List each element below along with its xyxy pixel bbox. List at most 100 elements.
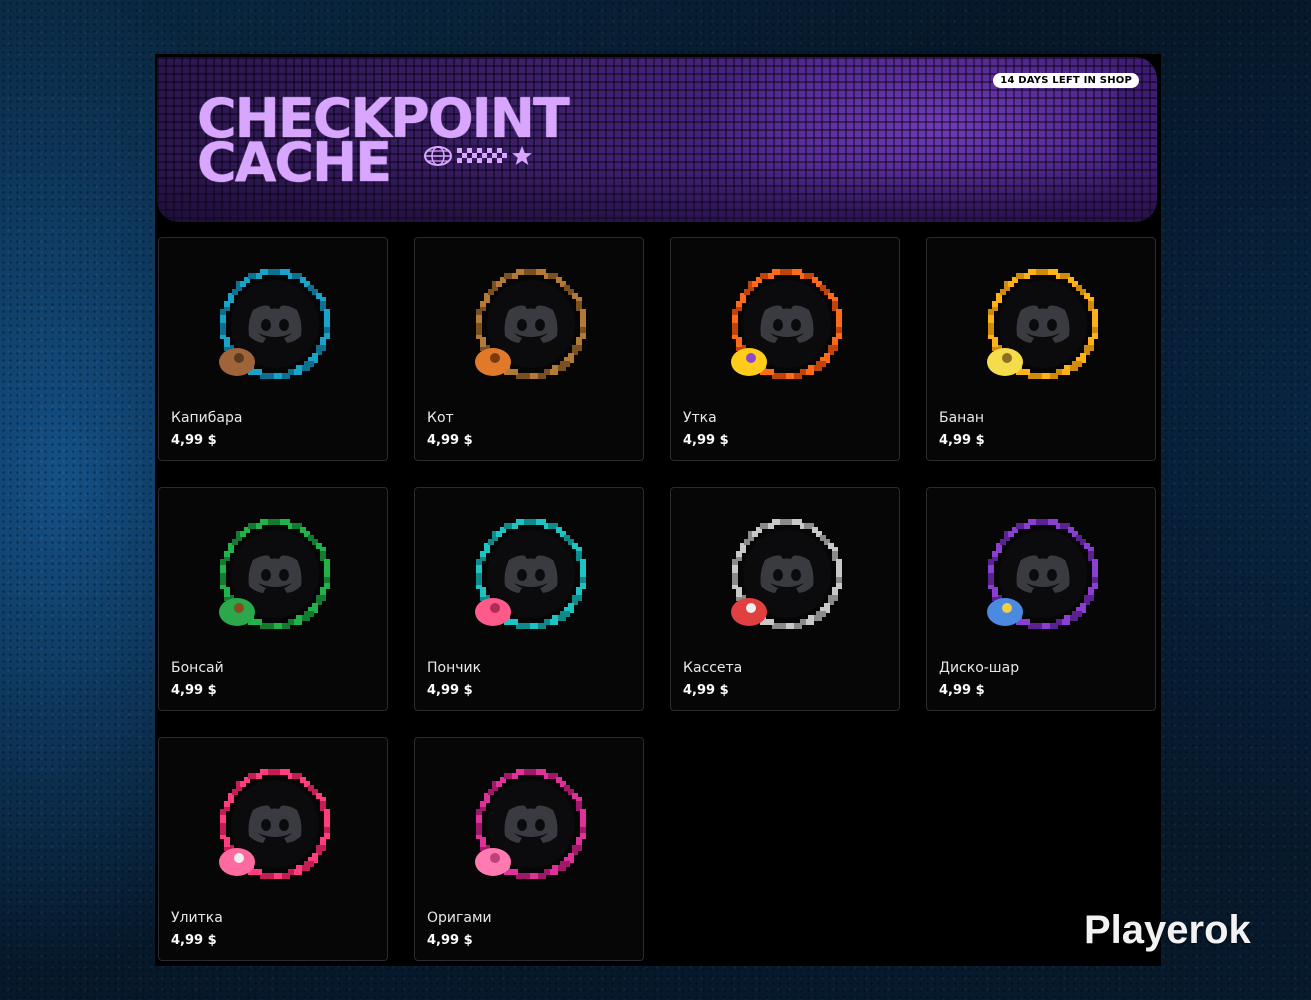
item-price: 4,99 $ (427, 683, 473, 698)
ring-pixel (324, 821, 330, 827)
item-name: Кассета (683, 660, 743, 676)
decoration-detail (746, 353, 756, 363)
ring-pixel (1092, 321, 1098, 327)
origami-crane-icon (475, 848, 511, 876)
item-price: 4,99 $ (939, 683, 985, 698)
duck-icon (731, 348, 767, 376)
title-decor (423, 145, 533, 167)
discord-logo-eye (1029, 319, 1039, 331)
discord-logo-eye (517, 319, 527, 331)
item-name: Пончик (427, 660, 482, 676)
decoration-detail (490, 853, 500, 863)
discord-logo-eye (535, 319, 545, 331)
decoration-ring (475, 519, 586, 629)
item-price: 4,99 $ (683, 683, 729, 698)
discord-logo-eye (791, 569, 801, 581)
item-name: Улитка (171, 910, 223, 926)
discord-logo-eye (261, 319, 271, 331)
item-price: 4,99 $ (939, 433, 985, 448)
decoration-ring (475, 769, 586, 879)
item-price: 4,99 $ (171, 433, 217, 448)
shop-item-card[interactable]: Кассета 4,99 $ (670, 487, 900, 711)
ring-pixel (580, 821, 586, 827)
avatar-decoration-preview (471, 764, 591, 884)
shop-panel: CHECKPOINT CACHE 14 DAYS LEFT IN SHOP Ка… (155, 54, 1161, 966)
shop-item-card[interactable]: Бонсай 4,99 $ (158, 487, 388, 711)
ring-pixel (324, 571, 330, 577)
avatar-decoration-preview (471, 514, 591, 634)
discord-logo-eye (791, 319, 801, 331)
item-name: Банан (939, 410, 985, 426)
donut-icon (475, 598, 511, 626)
decoration-detail (490, 603, 500, 613)
shop-item-card[interactable]: Банан 4,99 $ (926, 237, 1156, 461)
discord-logo-eye (773, 319, 783, 331)
ring-pixel (836, 571, 842, 577)
decoration-detail (746, 603, 756, 613)
decoration-detail (1002, 603, 1012, 613)
discord-logo-eye (279, 569, 289, 581)
item-name: Капибара (171, 410, 243, 426)
discord-logo-eye (1047, 319, 1057, 331)
discord-logo-eye (517, 569, 527, 581)
decoration-ring (987, 519, 1098, 629)
decoration-detail (234, 603, 244, 613)
playerok-watermark: Playerok (1084, 908, 1251, 952)
item-price: 4,99 $ (427, 433, 473, 448)
decoration-ring (987, 269, 1098, 379)
avatar-decoration-preview (215, 264, 335, 384)
avatar-decoration-preview (983, 514, 1103, 634)
cassette-icon (731, 598, 767, 626)
ring-pixel (836, 321, 842, 327)
discord-logo-eye (535, 819, 545, 831)
item-name: Диско-шар (939, 660, 1020, 676)
shop-item-card[interactable]: Капибара 4,99 $ (158, 237, 388, 461)
ring-pixel (580, 571, 586, 577)
avatar-decoration-preview (983, 264, 1103, 384)
shop-item-card[interactable]: Кот 4,99 $ (414, 237, 644, 461)
item-name: Утка (683, 410, 717, 426)
discord-logo-eye (261, 819, 271, 831)
decoration-detail (490, 353, 500, 363)
decoration-ring (219, 769, 330, 879)
decoration-detail (234, 853, 244, 863)
decoration-ring (731, 269, 842, 379)
shop-item-card[interactable]: Оригами 4,99 $ (414, 737, 644, 961)
decoration-ring (219, 269, 330, 379)
disco-ball-icon (987, 598, 1023, 626)
decoration-detail (1002, 353, 1012, 363)
discord-logo-eye (773, 569, 783, 581)
bonsai-icon (219, 598, 255, 626)
shop-item-card[interactable]: Утка 4,99 $ (670, 237, 900, 461)
discord-logo-eye (279, 319, 289, 331)
avatar-decoration-preview (471, 264, 591, 384)
checkered-flag-icon (457, 148, 507, 163)
ring-pixel (1092, 571, 1098, 577)
item-name: Оригами (427, 910, 492, 926)
ring-pixel (580, 321, 586, 327)
decoration-ring (219, 519, 330, 629)
shop-item-card[interactable]: Пончик 4,99 $ (414, 487, 644, 711)
avatar-decoration-preview (727, 514, 847, 634)
ring-pixel (324, 321, 330, 327)
star-icon (512, 146, 532, 165)
item-price: 4,99 $ (683, 433, 729, 448)
capybara-icon (219, 348, 255, 376)
decoration-detail (234, 353, 244, 363)
discord-logo-eye (279, 819, 289, 831)
shop-item-card[interactable]: Улитка 4,99 $ (158, 737, 388, 961)
checkpoint-cache-banner: CHECKPOINT CACHE 14 DAYS LEFT IN SHOP (157, 57, 1157, 222)
shop-item-card[interactable]: Диско-шар 4,99 $ (926, 487, 1156, 711)
avatar-decoration-preview (215, 514, 335, 634)
days-left-badge: 14 DAYS LEFT IN SHOP (993, 73, 1139, 88)
item-name: Бонсай (171, 660, 224, 676)
snail-icon (219, 848, 255, 876)
item-price: 4,99 $ (427, 933, 473, 948)
globe-icon (424, 146, 452, 166)
decoration-ring (731, 519, 842, 629)
avatar-decoration-preview (215, 764, 335, 884)
discord-logo-eye (535, 569, 545, 581)
discord-logo-eye (1047, 569, 1057, 581)
discord-logo-eye (261, 569, 271, 581)
item-price: 4,99 $ (171, 933, 217, 948)
